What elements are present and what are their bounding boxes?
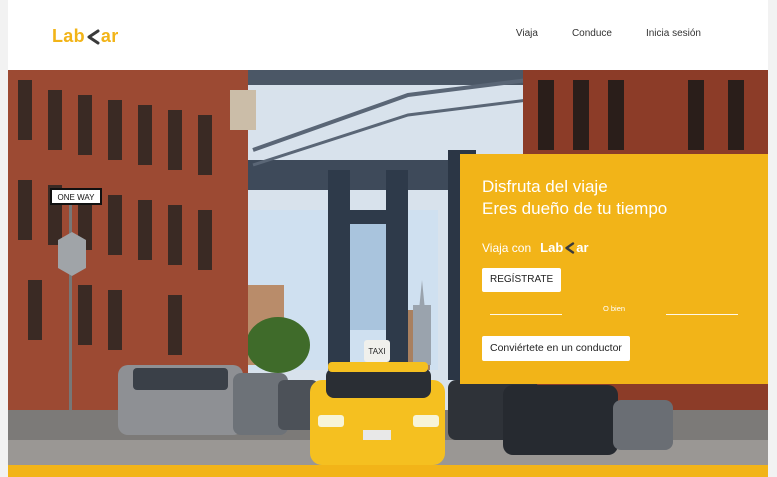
chevron-left-icon	[565, 241, 575, 254]
register-button[interactable]: REGÍSTRATE	[482, 268, 562, 292]
headline-line-1: Disfruta del viaje	[482, 177, 608, 196]
brand-name-right: ar	[100, 26, 119, 46]
nav-item-login[interactable]: Inicia sesión	[646, 28, 701, 39]
nav-item-viaja[interactable]: Viaja	[516, 28, 538, 39]
panel-brand-left: Lab	[540, 240, 564, 255]
become-driver-button[interactable]: Conviértete en un conductor	[482, 336, 630, 361]
promo-panel: Disfruta del viaje Eres dueño de tu tiem…	[460, 154, 768, 384]
headline-line-2: Eres dueño de tu tiempo	[482, 199, 668, 218]
panel-brand-right: ar	[576, 240, 589, 255]
main-nav: Viaja Conduce Inicia sesión	[482, 28, 701, 39]
ride-with-label: Viaja con	[482, 240, 532, 255]
ride-with-row: Viaja con Lab ar	[482, 240, 589, 255]
chevron-left-icon	[87, 29, 100, 44]
taxi-roof-sign: TAXI	[368, 347, 385, 356]
brand-name-left: Lab	[52, 26, 85, 46]
promo-headline: Disfruta del viaje Eres dueño de tu tiem…	[482, 176, 667, 220]
accent-bar	[8, 465, 768, 477]
one-way-sign: ONE WAY	[58, 193, 96, 202]
or-divider: O bien	[490, 304, 738, 316]
nav-item-conduce[interactable]: Conduce	[572, 28, 612, 39]
header: Lab ar Viaja Conduce Inicia sesión	[8, 0, 768, 70]
divider-line-left	[490, 314, 562, 315]
or-label: O bien	[602, 304, 626, 313]
brand-logo[interactable]: Lab ar	[52, 26, 119, 47]
panel-brand-logo: Lab ar	[540, 240, 588, 255]
divider-line-right	[666, 314, 738, 315]
page: Lab ar Viaja Conduce Inicia sesión ONE W…	[8, 0, 768, 477]
